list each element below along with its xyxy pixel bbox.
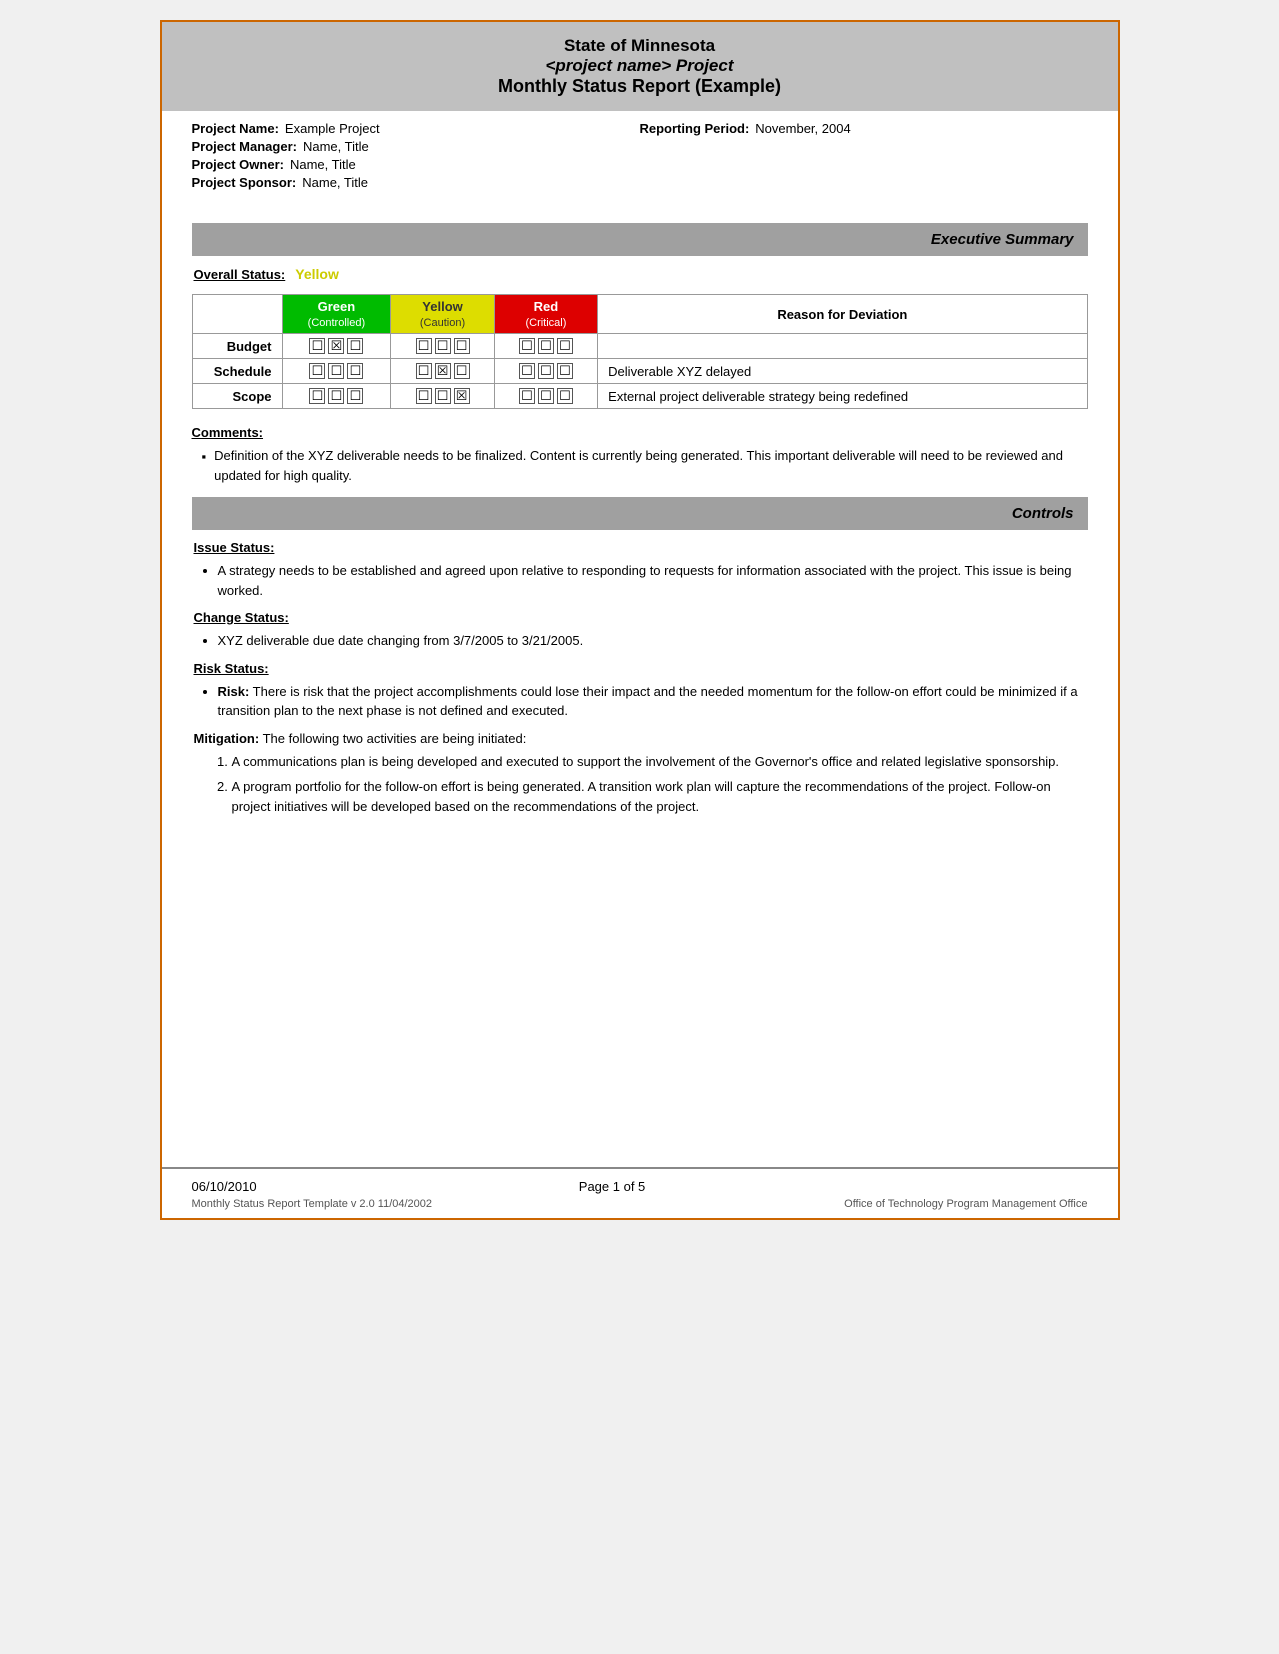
executive-summary-header: Executive Summary xyxy=(192,223,1088,256)
overall-status-row: Overall Status: Yellow xyxy=(192,266,1088,282)
table-row-label: Schedule xyxy=(192,359,282,384)
project-sponsor-value: Name, Title xyxy=(302,175,368,190)
reporting-period-label: Reporting Period: xyxy=(640,121,750,136)
change-status-list: XYZ deliverable due date changing from 3… xyxy=(194,631,1086,651)
footer-bottom: Monthly Status Report Template v 2.0 11/… xyxy=(192,1198,1088,1210)
controls-content: Issue Status: A strategy needs to be est… xyxy=(192,540,1088,816)
table-cell-red: ☐☐☐ xyxy=(494,384,597,409)
executive-summary-title: Executive Summary xyxy=(931,231,1074,248)
table-cell-yellow: ☐☐☒ xyxy=(391,384,494,409)
col-header-red: Red (Critical) xyxy=(494,295,597,334)
col-header-reason: Reason for Deviation xyxy=(598,295,1087,334)
overall-status-value: Yellow xyxy=(295,266,339,282)
table-cell-reason xyxy=(598,334,1087,359)
table-row-label: Budget xyxy=(192,334,282,359)
table-row-label: Scope xyxy=(192,384,282,409)
mitigation-label: Mitigation: xyxy=(194,731,260,746)
list-item: A communications plan is being developed… xyxy=(232,752,1086,772)
project-manager-row: Project Manager: Name, Title xyxy=(192,139,640,154)
risk-item: Risk: There is risk that the project acc… xyxy=(218,682,1086,721)
table-cell-red: ☐☐☐ xyxy=(494,359,597,384)
comments-label: Comments: xyxy=(192,425,1088,440)
controls-title: Controls xyxy=(1012,505,1074,522)
project-owner-label: Project Owner: xyxy=(192,157,284,172)
table-cell-reason: Deliverable XYZ delayed xyxy=(598,359,1087,384)
status-table: Green (Controlled) Yellow (Caution) Red … xyxy=(192,294,1088,409)
list-item: A program portfolio for the follow-on ef… xyxy=(232,777,1086,816)
issue-status-label: Issue Status: xyxy=(194,540,1086,555)
change-status-label: Change Status: xyxy=(194,610,1086,625)
list-item: Definition of the XYZ deliverable needs … xyxy=(202,446,1088,485)
project-sponsor-row: Project Sponsor: Name, Title xyxy=(192,175,640,190)
page-content: Executive Summary Overall Status: Yellow… xyxy=(162,203,1118,1167)
table-cell-green: ☐☐☐ xyxy=(282,384,391,409)
mitigation-list: A communications plan is being developed… xyxy=(204,752,1086,817)
risk-intro: Risk: xyxy=(218,684,250,699)
col-header-yellow: Yellow (Caution) xyxy=(391,295,494,334)
project-info-left: Project Name: Example Project Project Ma… xyxy=(192,121,640,193)
footer-template-info: Monthly Status Report Template v 2.0 11/… xyxy=(192,1198,433,1210)
header-line1: State of Minnesota xyxy=(182,36,1098,56)
overall-status-label: Overall Status: xyxy=(194,267,286,282)
header-line3: Monthly Status Report (Example) xyxy=(182,76,1098,97)
page-wrapper: State of Minnesota <project name> Projec… xyxy=(160,20,1120,1220)
footer-top: 06/10/2010 Page 1 of 5 xyxy=(192,1179,1088,1194)
header-line2: <project name> Project xyxy=(182,56,1098,76)
col-header-green: Green (Controlled) xyxy=(282,295,391,334)
project-name-value: Example Project xyxy=(285,121,380,136)
footer-office: Office of Technology Program Management … xyxy=(844,1198,1087,1210)
project-info-right: Reporting Period: November, 2004 xyxy=(640,121,1088,193)
footer-page: Page 1 of 5 xyxy=(579,1179,646,1194)
footer-date: 06/10/2010 xyxy=(192,1179,257,1194)
table-cell-yellow: ☐☒☐ xyxy=(391,359,494,384)
controls-header: Controls xyxy=(192,497,1088,530)
table-cell-green: ☐☐☐ xyxy=(282,359,391,384)
list-item: A strategy needs to be established and a… xyxy=(218,561,1086,600)
reporting-period-value: November, 2004 xyxy=(755,121,850,136)
project-owner-value: Name, Title xyxy=(290,157,356,172)
reporting-period-row: Reporting Period: November, 2004 xyxy=(640,121,1088,136)
table-cell-green: ☐☒☐ xyxy=(282,334,391,359)
project-sponsor-label: Project Sponsor: xyxy=(192,175,297,190)
issue-status-list: A strategy needs to be established and a… xyxy=(194,561,1086,600)
mitigation-intro: The following two activities are being i… xyxy=(259,731,526,746)
project-info-section: Project Name: Example Project Project Ma… xyxy=(162,111,1118,203)
table-cell-yellow: ☐☐☐ xyxy=(391,334,494,359)
page-footer: 06/10/2010 Page 1 of 5 Monthly Status Re… xyxy=(162,1167,1118,1218)
mitigation-paragraph: Mitigation: The following two activities… xyxy=(194,731,1086,746)
risk-status-list: Risk: There is risk that the project acc… xyxy=(194,682,1086,721)
list-item: XYZ deliverable due date changing from 3… xyxy=(218,631,1086,651)
table-cell-red: ☐☐☐ xyxy=(494,334,597,359)
project-name-label: Project Name: xyxy=(192,121,279,136)
project-name-row: Project Name: Example Project xyxy=(192,121,640,136)
document-header: State of Minnesota <project name> Projec… xyxy=(162,22,1118,111)
project-owner-row: Project Owner: Name, Title xyxy=(192,157,640,172)
comments-list: Definition of the XYZ deliverable needs … xyxy=(202,446,1088,485)
table-cell-reason: External project deliverable strategy be… xyxy=(598,384,1087,409)
risk-status-label: Risk Status: xyxy=(194,661,1086,676)
project-manager-value: Name, Title xyxy=(303,139,369,154)
project-manager-label: Project Manager: xyxy=(192,139,297,154)
risk-text: There is risk that the project accomplis… xyxy=(218,684,1078,719)
